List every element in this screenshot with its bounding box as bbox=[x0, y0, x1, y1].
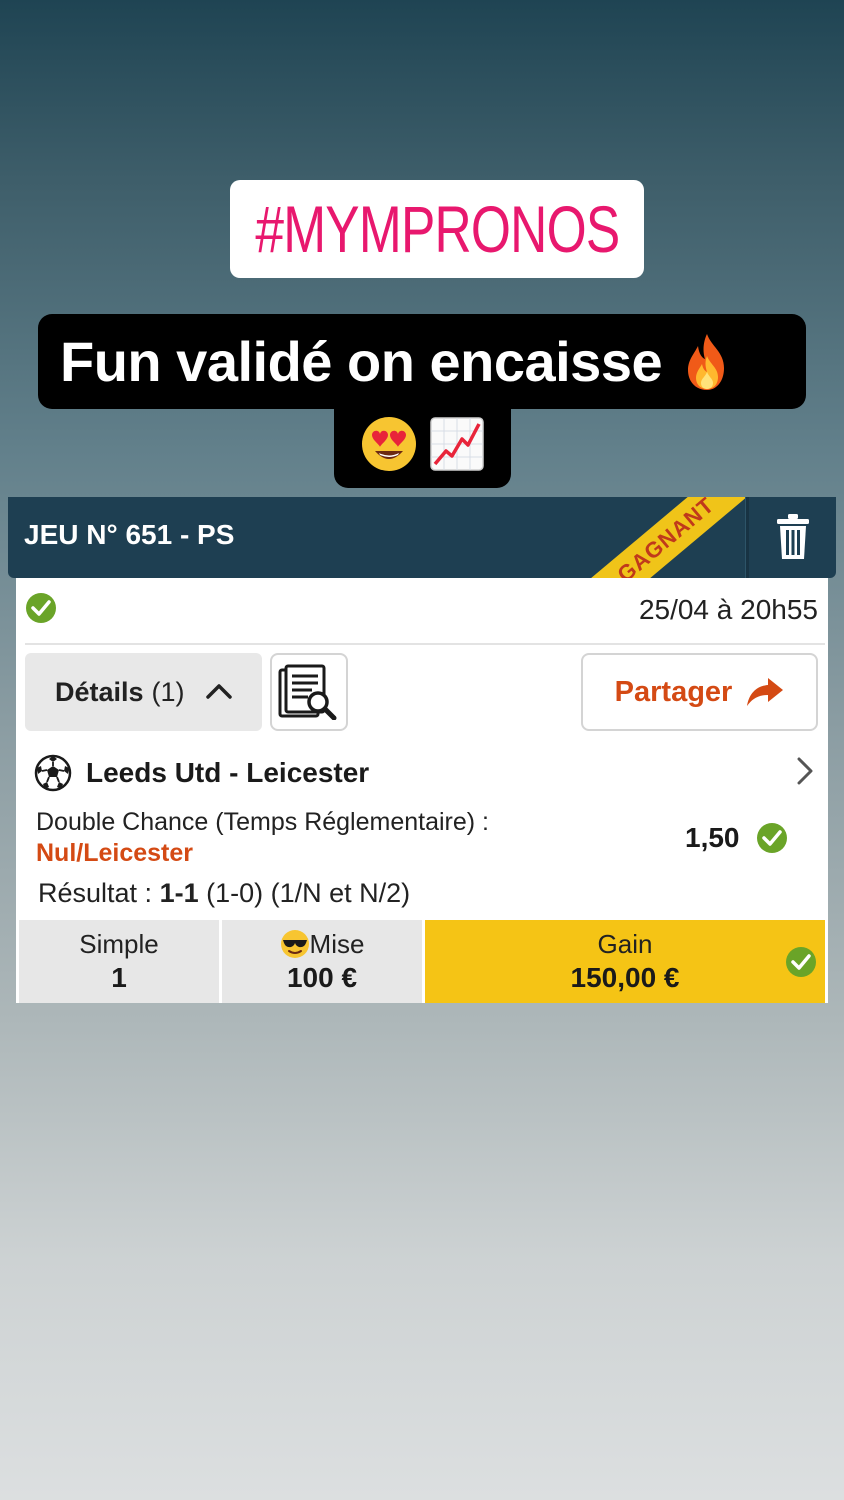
share-arrow-icon bbox=[747, 678, 784, 706]
document-search-icon bbox=[278, 664, 337, 720]
bet-type-cell: Simple 1 bbox=[19, 920, 219, 1003]
status-ribbon-label: GAGNANT bbox=[612, 497, 719, 578]
game-title: JEU N° 651 - PS bbox=[24, 519, 235, 550]
chevron-up-icon bbox=[206, 684, 232, 699]
hashtag-text: #MYMPRONOS bbox=[254, 192, 620, 266]
bet-card-body: 25/04 à 20h55 Détails (1) Partager Leeds… bbox=[16, 578, 828, 1003]
caption-line-1: Fun validé on encaisse bbox=[38, 314, 806, 409]
chevron-right-icon[interactable] bbox=[796, 756, 814, 786]
share-button[interactable]: Partager bbox=[581, 653, 818, 731]
sunglasses-emoji-icon bbox=[280, 929, 309, 958]
details-count: (1) bbox=[151, 676, 185, 707]
divider bbox=[25, 643, 825, 645]
gain-value: 150,00 € bbox=[570, 961, 680, 993]
share-label: Partager bbox=[614, 675, 733, 708]
trash-icon bbox=[777, 514, 809, 559]
delete-button[interactable] bbox=[768, 509, 818, 565]
details-label: Détails bbox=[55, 676, 144, 707]
header-divider bbox=[745, 497, 749, 578]
hashtag-sticker: #MYMPRONOS bbox=[230, 180, 644, 278]
bet-datetime: 25/04 à 20h55 bbox=[638, 594, 818, 625]
stake-value: 100 € bbox=[286, 961, 358, 993]
result-detail: (1-0) (1/N et N/2) bbox=[198, 878, 411, 908]
details-toggle-button[interactable]: Détails (1) bbox=[25, 653, 262, 731]
market-label: Double Chance (Temps Réglementaire) : bbox=[36, 808, 489, 836]
bet-summary-footer: Simple 1 Mise 100 € Gain 150,00 € bbox=[19, 920, 825, 1003]
match-row[interactable]: Leeds Utd - Leicester bbox=[34, 754, 369, 792]
odds-value: 1,50 bbox=[685, 822, 740, 853]
result-label: Résultat : bbox=[38, 878, 160, 908]
heart-eyes-emoji-icon bbox=[361, 417, 416, 471]
caption-line-2 bbox=[334, 400, 511, 488]
gain-won-check-icon bbox=[786, 947, 816, 977]
result-score: 1-1 bbox=[159, 878, 199, 908]
result-line: Résultat : 1-1 (1-0) (1/N et N/2) bbox=[38, 878, 410, 909]
validated-check-icon bbox=[26, 593, 56, 623]
view-receipt-button[interactable] bbox=[270, 653, 348, 731]
selection-won-check-icon bbox=[757, 823, 787, 853]
gain-label: Gain bbox=[597, 928, 653, 959]
caption-text: Fun validé on encaisse bbox=[60, 330, 663, 393]
fire-emoji-icon bbox=[688, 333, 725, 390]
stake-cell: Mise 100 € bbox=[222, 920, 422, 1003]
status-ribbon: GAGNANT bbox=[561, 497, 771, 578]
bet-type-label: Simple bbox=[79, 928, 159, 959]
bet-card-header: JEU N° 651 - PS GAGNANT bbox=[8, 497, 836, 578]
soccer-ball-icon bbox=[34, 754, 72, 792]
gain-cell: Gain 150,00 € bbox=[425, 920, 825, 1003]
selection-label: Nul/Leicester bbox=[36, 839, 194, 867]
match-name: Leeds Utd - Leicester bbox=[86, 757, 370, 788]
stake-label: Mise bbox=[309, 928, 365, 959]
chart-increasing-emoji-icon bbox=[429, 417, 484, 471]
bet-type-value: 1 bbox=[111, 961, 127, 993]
stake-label-row: Mise bbox=[280, 928, 365, 960]
